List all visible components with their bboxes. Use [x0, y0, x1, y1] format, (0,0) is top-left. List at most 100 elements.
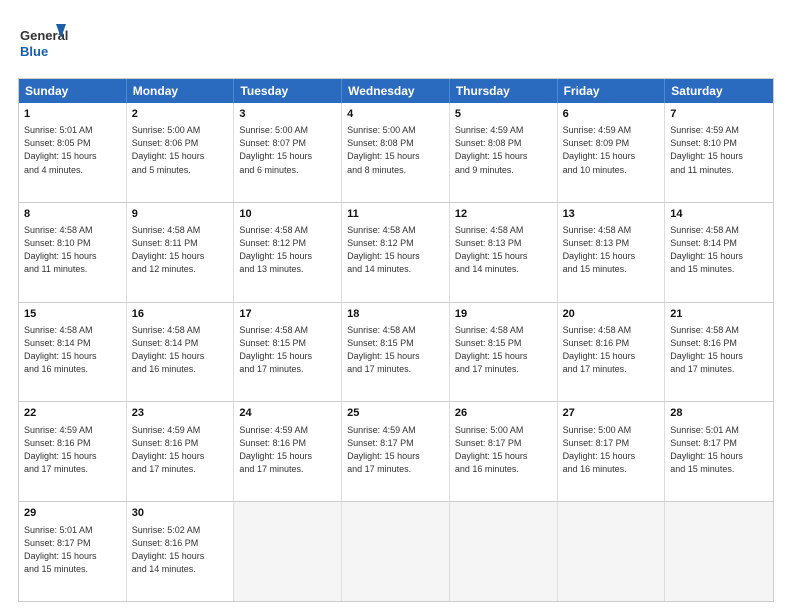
- day-number: 2: [132, 107, 229, 122]
- calendar-week-5: 29 Sunrise: 5:01 AMSunset: 8:17 PMDayligh…: [19, 502, 773, 601]
- calendar-cell: [342, 502, 450, 601]
- cell-details: Sunrise: 5:01 AMSunset: 8:17 PMDaylight:…: [670, 424, 768, 476]
- cell-details: Sunrise: 4:59 AMSunset: 8:16 PMDaylight:…: [132, 424, 229, 476]
- cell-details: Sunrise: 5:02 AMSunset: 8:16 PMDaylight:…: [132, 524, 229, 576]
- cell-details: Sunrise: 5:00 AMSunset: 8:17 PMDaylight:…: [455, 424, 552, 476]
- header-day-sunday: Sunday: [19, 79, 127, 103]
- cell-details: Sunrise: 4:59 AMSunset: 8:16 PMDaylight:…: [239, 424, 336, 476]
- day-number: 12: [455, 207, 552, 222]
- calendar-cell: 13 Sunrise: 4:58 AMSunset: 8:13 PMDayligh…: [558, 203, 666, 302]
- day-number: 22: [24, 406, 121, 421]
- cell-details: Sunrise: 4:58 AMSunset: 8:12 PMDaylight:…: [347, 224, 444, 276]
- calendar-cell: 14Sunrise: 4:58 AMSunset: 8:14 PMDayligh…: [665, 203, 773, 302]
- calendar-week-4: 22 Sunrise: 4:59 AMSunset: 8:16 PMDayligh…: [19, 402, 773, 502]
- day-number: 6: [563, 107, 660, 122]
- day-number: 4: [347, 107, 444, 122]
- day-number: 19: [455, 307, 552, 322]
- calendar-cell: 26 Sunrise: 5:00 AMSunset: 8:17 PMDayligh…: [450, 402, 558, 501]
- calendar-week-3: 15Sunrise: 4:58 AMSunset: 8:14 PMDayligh…: [19, 303, 773, 403]
- calendar-cell: 9 Sunrise: 4:58 AMSunset: 8:11 PMDaylight…: [127, 203, 235, 302]
- page-header: GeneralBlue: [18, 18, 774, 68]
- cell-details: Sunrise: 4:58 AMSunset: 8:10 PMDaylight:…: [24, 224, 121, 276]
- calendar-cell: 20Sunrise: 4:58 AMSunset: 8:16 PMDayligh…: [558, 303, 666, 402]
- calendar-cell: 6 Sunrise: 4:59 AMSunset: 8:09 PMDaylight…: [558, 103, 666, 202]
- header-day-monday: Monday: [127, 79, 235, 103]
- day-number: 13: [563, 207, 660, 222]
- cell-details: Sunrise: 5:00 AMSunset: 8:08 PMDaylight:…: [347, 124, 444, 176]
- calendar-cell: 30 Sunrise: 5:02 AMSunset: 8:16 PMDayligh…: [127, 502, 235, 601]
- day-number: 5: [455, 107, 552, 122]
- logo-svg: GeneralBlue: [18, 18, 68, 68]
- calendar-cell: 23 Sunrise: 4:59 AMSunset: 8:16 PMDayligh…: [127, 402, 235, 501]
- calendar-cell: 18 Sunrise: 4:58 AMSunset: 8:15 PMDayligh…: [342, 303, 450, 402]
- calendar-cell: 27 Sunrise: 5:00 AMSunset: 8:17 PMDayligh…: [558, 402, 666, 501]
- day-number: 14: [670, 207, 768, 222]
- day-number: 30: [132, 506, 229, 521]
- day-number: 15: [24, 307, 121, 322]
- day-number: 29: [24, 506, 121, 521]
- day-number: 27: [563, 406, 660, 421]
- day-number: 26: [455, 406, 552, 421]
- day-number: 25: [347, 406, 444, 421]
- calendar-cell: 10 Sunrise: 4:58 AMSunset: 8:12 PMDayligh…: [234, 203, 342, 302]
- calendar-week-1: 1Sunrise: 5:01 AMSunset: 8:05 PMDaylight…: [19, 103, 773, 203]
- calendar-body: 1Sunrise: 5:01 AMSunset: 8:05 PMDaylight…: [19, 103, 773, 601]
- calendar-cell: 22 Sunrise: 4:59 AMSunset: 8:16 PMDayligh…: [19, 402, 127, 501]
- cell-details: Sunrise: 4:58 AMSunset: 8:12 PMDaylight:…: [239, 224, 336, 276]
- cell-details: Sunrise: 4:59 AMSunset: 8:16 PMDaylight:…: [24, 424, 121, 476]
- calendar-cell: [665, 502, 773, 601]
- calendar-cell: 7 Sunrise: 4:59 AMSunset: 8:10 PMDaylight…: [665, 103, 773, 202]
- day-number: 1: [24, 107, 121, 122]
- calendar-cell: 15Sunrise: 4:58 AMSunset: 8:14 PMDayligh…: [19, 303, 127, 402]
- calendar-cell: 25 Sunrise: 4:59 AMSunset: 8:17 PMDayligh…: [342, 402, 450, 501]
- day-number: 18: [347, 307, 444, 322]
- calendar-grid: SundayMondayTuesdayWednesdayThursdayFrid…: [18, 78, 774, 602]
- day-number: 11: [347, 207, 444, 222]
- cell-details: Sunrise: 4:58 AMSunset: 8:16 PMDaylight:…: [563, 324, 660, 376]
- day-number: 24: [239, 406, 336, 421]
- cell-details: Sunrise: 4:59 AMSunset: 8:08 PMDaylight:…: [455, 124, 552, 176]
- cell-details: Sunrise: 5:00 AMSunset: 8:17 PMDaylight:…: [563, 424, 660, 476]
- calendar-cell: [450, 502, 558, 601]
- day-number: 28: [670, 406, 768, 421]
- cell-details: Sunrise: 4:59 AMSunset: 8:17 PMDaylight:…: [347, 424, 444, 476]
- cell-details: Sunrise: 4:59 AMSunset: 8:09 PMDaylight:…: [563, 124, 660, 176]
- calendar-cell: 3Sunrise: 5:00 AMSunset: 8:07 PMDaylight…: [234, 103, 342, 202]
- cell-details: Sunrise: 4:58 AMSunset: 8:15 PMDaylight:…: [455, 324, 552, 376]
- header-day-tuesday: Tuesday: [234, 79, 342, 103]
- calendar-cell: 19 Sunrise: 4:58 AMSunset: 8:15 PMDayligh…: [450, 303, 558, 402]
- day-number: 17: [239, 307, 336, 322]
- header-day-friday: Friday: [558, 79, 666, 103]
- calendar-cell: 11 Sunrise: 4:58 AMSunset: 8:12 PMDayligh…: [342, 203, 450, 302]
- cell-details: Sunrise: 4:58 AMSunset: 8:11 PMDaylight:…: [132, 224, 229, 276]
- header-day-saturday: Saturday: [665, 79, 773, 103]
- day-number: 7: [670, 107, 768, 122]
- calendar-cell: 2 Sunrise: 5:00 AMSunset: 8:06 PMDaylight…: [127, 103, 235, 202]
- logo: GeneralBlue: [18, 18, 68, 68]
- day-number: 16: [132, 307, 229, 322]
- day-number: 10: [239, 207, 336, 222]
- cell-details: Sunrise: 4:58 AMSunset: 8:15 PMDaylight:…: [347, 324, 444, 376]
- cell-details: Sunrise: 4:59 AMSunset: 8:10 PMDaylight:…: [670, 124, 768, 176]
- calendar-page: GeneralBlue SundayMondayTuesdayWednesday…: [0, 0, 792, 612]
- cell-details: Sunrise: 5:00 AMSunset: 8:06 PMDaylight:…: [132, 124, 229, 176]
- calendar-cell: [558, 502, 666, 601]
- day-number: 9: [132, 207, 229, 222]
- calendar-cell: 29 Sunrise: 5:01 AMSunset: 8:17 PMDayligh…: [19, 502, 127, 601]
- calendar-cell: 5 Sunrise: 4:59 AMSunset: 8:08 PMDaylight…: [450, 103, 558, 202]
- cell-details: Sunrise: 4:58 AMSunset: 8:13 PMDaylight:…: [563, 224, 660, 276]
- calendar-cell: 16Sunrise: 4:58 AMSunset: 8:14 PMDayligh…: [127, 303, 235, 402]
- calendar-cell: 21Sunrise: 4:58 AMSunset: 8:16 PMDayligh…: [665, 303, 773, 402]
- calendar-cell: 8Sunrise: 4:58 AMSunset: 8:10 PMDaylight…: [19, 203, 127, 302]
- calendar-cell: 24 Sunrise: 4:59 AMSunset: 8:16 PMDayligh…: [234, 402, 342, 501]
- calendar-cell: 28 Sunrise: 5:01 AMSunset: 8:17 PMDayligh…: [665, 402, 773, 501]
- day-number: 23: [132, 406, 229, 421]
- cell-details: Sunrise: 5:01 AMSunset: 8:17 PMDaylight:…: [24, 524, 121, 576]
- day-number: 3: [239, 107, 336, 122]
- cell-details: Sunrise: 4:58 AMSunset: 8:15 PMDaylight:…: [239, 324, 336, 376]
- header-day-thursday: Thursday: [450, 79, 558, 103]
- calendar-cell: 17 Sunrise: 4:58 AMSunset: 8:15 PMDayligh…: [234, 303, 342, 402]
- cell-details: Sunrise: 4:58 AMSunset: 8:16 PMDaylight:…: [670, 324, 768, 376]
- calendar-cell: 12 Sunrise: 4:58 AMSunset: 8:13 PMDayligh…: [450, 203, 558, 302]
- cell-details: Sunrise: 4:58 AMSunset: 8:13 PMDaylight:…: [455, 224, 552, 276]
